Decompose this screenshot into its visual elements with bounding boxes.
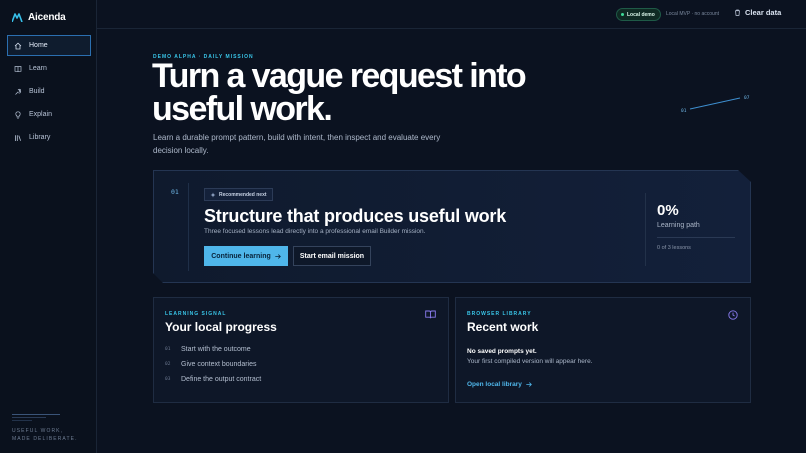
divider	[645, 193, 646, 266]
list-item[interactable]: 03 Define the output contract	[165, 372, 261, 387]
badge-label: Local demo	[627, 11, 655, 18]
page-title: Turn a vague request into useful work.	[152, 57, 527, 128]
home-icon	[14, 42, 22, 49]
sidebar-footer: Useful work, made deliberate.	[12, 414, 82, 443]
sidebar-item-label: Build	[29, 88, 45, 95]
item-label: Give context boundaries	[181, 361, 257, 368]
sidebar: Aicenda Home Learn Build Explain Library…	[0, 0, 97, 453]
clear-data-button[interactable]: Clear data	[734, 8, 781, 17]
arrow-right-icon	[526, 382, 532, 387]
spark-end-label: 07	[744, 95, 750, 101]
sidebar-item-library[interactable]: Library	[7, 127, 91, 148]
sidebar-nav: Home Learn Build Explain Library	[7, 35, 91, 150]
empty-state-title: No saved prompts yet.	[467, 348, 537, 355]
mission-description: Three focused lessons lead directly into…	[204, 228, 426, 235]
account-meta: Local MVP · no account	[666, 11, 719, 17]
progress-bar	[657, 237, 735, 238]
card-title: Recent work	[467, 320, 539, 334]
local-demo-badge: Local demo	[616, 8, 661, 21]
progress-card: Learning signal Your local progress 01 S…	[153, 297, 449, 403]
item-number: 02	[165, 362, 171, 367]
brand-name: Aicenda	[28, 12, 66, 23]
list-item[interactable]: 02 Give context boundaries	[165, 357, 261, 372]
sparkle-icon	[210, 192, 216, 197]
library-icon	[15, 134, 21, 141]
trash-icon	[735, 9, 740, 16]
button-label: Continue learning	[211, 252, 271, 260]
link-label: Open local library	[467, 381, 522, 388]
book-open-icon	[425, 310, 436, 319]
card-eyebrow: Learning signal	[165, 311, 227, 317]
status-dot-icon	[621, 13, 624, 16]
list-item[interactable]: 01 Start with the outcome	[165, 342, 261, 357]
recent-work-card: Browser library Recent work No saved pro…	[455, 297, 751, 403]
recommended-badge: Recommended next	[204, 188, 273, 201]
hero-subtitle: Learn a durable prompt pattern, build wi…	[153, 133, 441, 155]
footer-decoration	[12, 414, 82, 421]
progress-count: 0 of 3 lessons	[657, 245, 691, 251]
book-icon	[14, 65, 22, 72]
mission-title: Structure that produces useful work	[204, 206, 507, 226]
sidebar-item-explain[interactable]: Explain	[7, 104, 91, 125]
footer-tagline: Useful work, made deliberate.	[12, 428, 78, 442]
sidebar-item-learn[interactable]: Learn	[7, 58, 91, 79]
progress-list: 01 Start with the outcome 02 Give contex…	[165, 342, 261, 387]
topbar: Local demo Local MVP · no account Clear …	[97, 0, 806, 29]
card-title: Your local progress	[165, 320, 277, 334]
progress-label: Learning path	[657, 222, 700, 229]
aicenda-logo-icon	[12, 13, 23, 22]
lightbulb-icon	[15, 110, 21, 119]
item-label: Start with the outcome	[181, 346, 251, 353]
trend-sparkline: 01 07	[681, 95, 750, 114]
card-eyebrow: Browser library	[467, 311, 532, 317]
sidebar-item-label: Explain	[29, 111, 52, 118]
badge-label: Recommended next	[219, 191, 267, 198]
spark-start-label: 01	[681, 108, 687, 114]
item-number: 01	[165, 347, 171, 352]
sidebar-item-label: Learn	[29, 65, 47, 72]
mission-number: 01	[171, 188, 179, 196]
item-label: Define the output contract	[181, 376, 262, 383]
sidebar-item-label: Home	[29, 42, 48, 49]
sidebar-item-label: Library	[29, 134, 51, 141]
clear-data-label: Clear data	[745, 8, 782, 17]
build-icon	[15, 88, 22, 95]
empty-state-description: Your first compiled version will appear …	[467, 358, 593, 365]
continue-learning-button[interactable]: Continue learning	[204, 246, 288, 266]
clock-icon	[728, 310, 738, 320]
sidebar-item-home[interactable]: Home	[7, 35, 91, 56]
open-library-link[interactable]: Open local library	[467, 381, 532, 388]
divider	[188, 183, 189, 271]
progress-percent: 0%	[657, 202, 679, 219]
sidebar-item-build[interactable]: Build	[7, 81, 91, 102]
mission-card: 01 Recommended next Structure that produ…	[153, 170, 751, 283]
brand-logo[interactable]: Aicenda	[12, 12, 66, 23]
arrow-right-icon	[275, 253, 281, 259]
start-email-mission-button[interactable]: Start email mission	[293, 246, 371, 266]
item-number: 03	[165, 377, 171, 382]
